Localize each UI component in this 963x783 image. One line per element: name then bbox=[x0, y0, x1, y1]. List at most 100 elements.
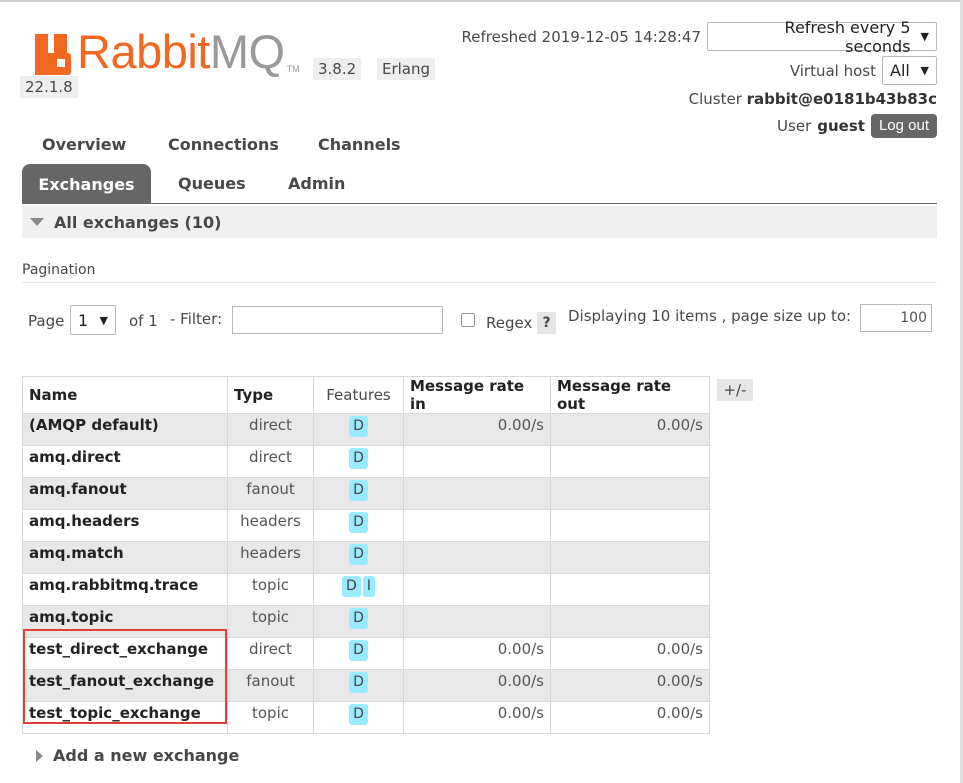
collapse-triangle-icon bbox=[30, 218, 44, 226]
col-header-rate-in[interactable]: Message rate in bbox=[403, 376, 551, 414]
vhost-select[interactable]: All ▼ bbox=[882, 56, 937, 85]
col-header-rate-out[interactable]: Message rate out bbox=[550, 376, 710, 414]
table-row[interactable]: amq.fanout fanout D bbox=[22, 477, 710, 510]
add-new-exchange-label: Add a new exchange bbox=[53, 746, 240, 765]
message-rate-in: 0.00/s bbox=[403, 637, 551, 670]
message-rate-out: 0.00/s bbox=[550, 701, 710, 734]
user-name: guest bbox=[817, 117, 865, 135]
expand-triangle-icon bbox=[36, 749, 43, 762]
user-label: User bbox=[777, 117, 812, 135]
exchange-features: D bbox=[313, 701, 404, 734]
page-select[interactable]: 1 ▼ bbox=[70, 305, 116, 335]
feature-badge: D bbox=[349, 416, 368, 437]
exchange-features: D bbox=[313, 509, 404, 542]
logo-text: RabbitMQ bbox=[77, 25, 285, 78]
exchange-features: D bbox=[313, 541, 404, 574]
message-rate-out: 0.00/s bbox=[550, 637, 710, 670]
exchange-features: D bbox=[313, 413, 404, 446]
virtual-host: Virtual host All ▼ bbox=[790, 56, 937, 85]
feature-badge: D bbox=[349, 672, 368, 693]
message-rate-in: 0.00/s bbox=[403, 413, 551, 446]
exchange-name-link[interactable]: amq.fanout bbox=[22, 477, 228, 510]
table-row[interactable]: (AMQP default) direct D 0.00/s 0.00/s bbox=[22, 413, 710, 446]
all-exchanges-toggle[interactable]: All exchanges (10) bbox=[22, 206, 937, 238]
exchange-type: direct bbox=[227, 445, 314, 478]
tab-exchanges[interactable]: Exchanges bbox=[22, 164, 151, 204]
message-rate-out: 0.00/s bbox=[550, 413, 710, 446]
exchange-type: fanout bbox=[227, 669, 314, 702]
message-rate-in: 0.00/s bbox=[403, 669, 551, 702]
message-rate-in: 0.00/s bbox=[403, 701, 551, 734]
pagination-divider bbox=[22, 282, 937, 283]
page-label: Page bbox=[28, 312, 65, 330]
regex-label: Regex bbox=[486, 314, 533, 332]
col-header-name[interactable]: Name bbox=[22, 376, 228, 414]
chevron-down-icon: ▼ bbox=[99, 313, 108, 327]
exchange-type: topic bbox=[227, 701, 314, 734]
rabbitmq-version: 3.8.2 bbox=[313, 58, 362, 80]
message-rate-out bbox=[550, 445, 710, 478]
highlight-annotation bbox=[23, 629, 227, 724]
column-options-button[interactable]: +/- bbox=[717, 379, 753, 401]
filter-input[interactable] bbox=[232, 306, 443, 334]
exchange-type: headers bbox=[227, 509, 314, 542]
message-rate-in bbox=[403, 541, 551, 574]
feature-badge: I bbox=[362, 576, 375, 597]
exchange-type: direct bbox=[227, 637, 314, 670]
rabbit-logo-icon bbox=[35, 34, 75, 78]
exchange-type: direct bbox=[227, 413, 314, 446]
table-row[interactable]: amq.direct direct D bbox=[22, 445, 710, 478]
table-row[interactable]: amq.headers headers D bbox=[22, 509, 710, 542]
cluster-label: Cluster bbox=[688, 90, 742, 108]
logout-button[interactable]: Log out bbox=[870, 114, 937, 138]
feature-badge: D bbox=[349, 480, 368, 501]
tab-overview[interactable]: Overview bbox=[42, 135, 126, 154]
logo-trademark: TM bbox=[286, 64, 300, 74]
feature-badge: D bbox=[342, 576, 361, 597]
feature-badge: D bbox=[349, 512, 368, 533]
table-row[interactable]: amq.rabbitmq.trace topic D I bbox=[22, 573, 710, 606]
exchange-name-link[interactable]: amq.match bbox=[22, 541, 228, 574]
tab-connections[interactable]: Connections bbox=[168, 135, 279, 154]
tab-channels[interactable]: Channels bbox=[318, 135, 401, 154]
exchange-name-link[interactable]: amq.headers bbox=[22, 509, 228, 542]
exchange-features: DI bbox=[313, 573, 404, 606]
pagination-label: Pagination bbox=[22, 262, 96, 278]
exchange-features: D bbox=[313, 669, 404, 702]
exchange-name-link[interactable]: amq.rabbitmq.trace bbox=[22, 573, 228, 606]
feature-badge: D bbox=[349, 448, 368, 469]
exchange-type: topic bbox=[227, 605, 314, 638]
section-title: All exchanges (10) bbox=[54, 212, 222, 232]
vhost-label: Virtual host bbox=[789, 61, 876, 80]
rabbitmq-logo[interactable]: RabbitMQ TM bbox=[35, 28, 300, 80]
tab-admin[interactable]: Admin bbox=[288, 174, 345, 193]
top-border bbox=[0, 0, 963, 2]
message-rate-in bbox=[403, 573, 551, 606]
chevron-down-icon: ▼ bbox=[920, 30, 929, 43]
refresh-interval-select[interactable]: Refresh every 5 seconds ▼ bbox=[707, 18, 937, 56]
exchange-features: D bbox=[313, 637, 404, 670]
nav-divider bbox=[22, 203, 937, 204]
tab-queues[interactable]: Queues bbox=[178, 174, 246, 193]
add-new-exchange-toggle[interactable]: Add a new exchange bbox=[36, 746, 239, 765]
col-header-features: Features bbox=[313, 376, 404, 414]
erlang-version: 22.1.8 bbox=[20, 76, 78, 98]
message-rate-in bbox=[403, 445, 551, 478]
cluster-name: rabbit@e0181b43b83c bbox=[746, 90, 937, 108]
chevron-down-icon: ▼ bbox=[920, 64, 929, 77]
message-rate-in bbox=[403, 509, 551, 542]
exchange-name-link[interactable]: (AMQP default) bbox=[22, 413, 228, 446]
regex-checkbox[interactable] bbox=[461, 313, 475, 327]
exchange-name-link[interactable]: amq.direct bbox=[22, 445, 228, 478]
regex-help-button[interactable]: ? bbox=[537, 312, 556, 334]
feature-badge: D bbox=[349, 544, 368, 565]
col-header-type[interactable]: Type bbox=[227, 376, 314, 414]
exchange-features: D bbox=[313, 477, 404, 510]
message-rate-out bbox=[550, 509, 710, 542]
page-size-input[interactable]: 100 bbox=[860, 304, 932, 332]
table-row[interactable]: amq.match headers D bbox=[22, 541, 710, 574]
erlang-label: Erlang bbox=[377, 58, 436, 80]
feature-badge: D bbox=[349, 704, 368, 725]
message-rate-in bbox=[403, 605, 551, 638]
message-rate-out bbox=[550, 573, 710, 606]
